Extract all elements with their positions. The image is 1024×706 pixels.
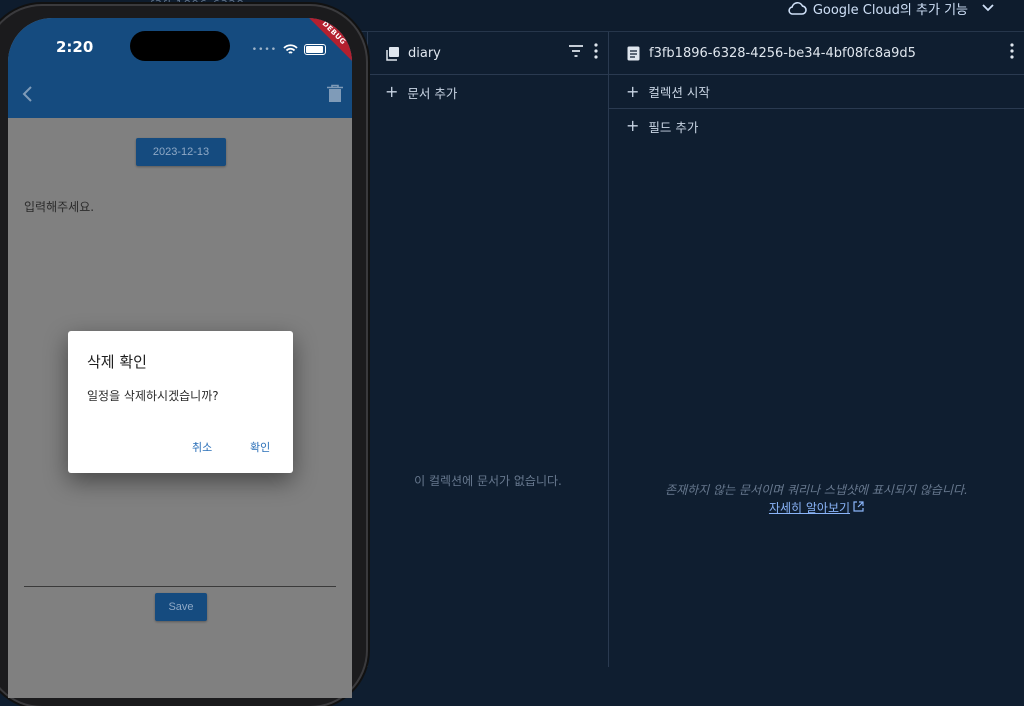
collection-icon [384, 45, 400, 61]
add-document-button[interactable]: + 문서 추가 [368, 75, 608, 109]
cloud-icon [787, 1, 807, 15]
collection-name: diary [408, 45, 441, 61]
input-underline [24, 586, 336, 587]
collection-header: diary [368, 32, 608, 75]
cancel-button[interactable]: 취소 [188, 437, 216, 457]
delete-confirm-dialog: 삭제 확인 일정을 삭제하시겠습니까? 취소 확인 [68, 331, 293, 473]
status-icons: •••• [252, 40, 326, 59]
status-bar: 2:20 •••• DEBUG [8, 18, 352, 68]
document-header: f3fb1896-6328-4256-be34-4bf08fc8a9d5 [609, 32, 1024, 75]
more-vert-icon[interactable] [1010, 43, 1014, 63]
date-picker-button[interactable]: 2023-12-13 [136, 138, 226, 166]
plus-icon: + [385, 82, 399, 101]
add-field-button[interactable]: + 필드 추가 [609, 109, 1024, 143]
confirm-button[interactable]: 확인 [246, 437, 274, 457]
trash-icon[interactable] [326, 84, 344, 104]
start-collection-label: 컬렉션 시작 [648, 85, 710, 100]
battery-icon [304, 44, 326, 55]
status-time: 2:20 [56, 38, 94, 56]
content-input[interactable]: 입력해주세요. [24, 198, 94, 215]
more-vert-icon[interactable] [594, 43, 598, 63]
chevron-down-icon [982, 4, 994, 12]
document-id: f3fb1896-6328-4256-be34-4bf08fc8a9d5 [649, 45, 916, 61]
learn-more-label: 자세히 알아보기 [768, 501, 851, 515]
add-field-label: 필드 추가 [648, 119, 699, 135]
empty-collection-message: 이 컬렉션에 문서가 없습니다. [414, 474, 562, 488]
back-arrow-icon[interactable] [18, 84, 38, 104]
collection-panel: diary + 문서 추가 이 컬렉션에 문서가 없습니다. [367, 32, 608, 667]
plus-icon: + [626, 116, 640, 135]
dialog-content: 일정을 삭제하시겠습니까? [87, 389, 219, 403]
google-cloud-menu[interactable]: Google Cloud의 추가 기능 [787, 0, 994, 18]
plus-icon: + [626, 81, 640, 101]
start-collection-button[interactable]: + 컬렉션 시작 [609, 75, 1024, 109]
save-button[interactable]: Save [155, 593, 207, 621]
document-panel: f3fb1896-6328-4256-be34-4bf08fc8a9d5 + 컬… [608, 32, 1024, 667]
signal-dots-icon: •••• [251, 44, 277, 55]
missing-document-message: 존재하지 않는 문서이며 쿼리나 스냅샷에 표시되지 않습니다. [665, 483, 968, 497]
learn-more-row: 자세히 알아보기 [609, 499, 1024, 516]
document-icon [625, 45, 641, 61]
learn-more-link[interactable]: 자세히 알아보기 [769, 499, 864, 516]
app-bar [8, 68, 352, 118]
google-cloud-label: Google Cloud의 추가 기능 [812, 2, 968, 18]
add-document-label: 문서 추가 [407, 85, 458, 101]
wifi-icon [283, 40, 298, 59]
dynamic-island [130, 31, 230, 61]
external-link-icon [853, 500, 864, 515]
filter-icon[interactable] [568, 45, 584, 61]
dialog-title: 삭제 확인 [87, 353, 147, 371]
